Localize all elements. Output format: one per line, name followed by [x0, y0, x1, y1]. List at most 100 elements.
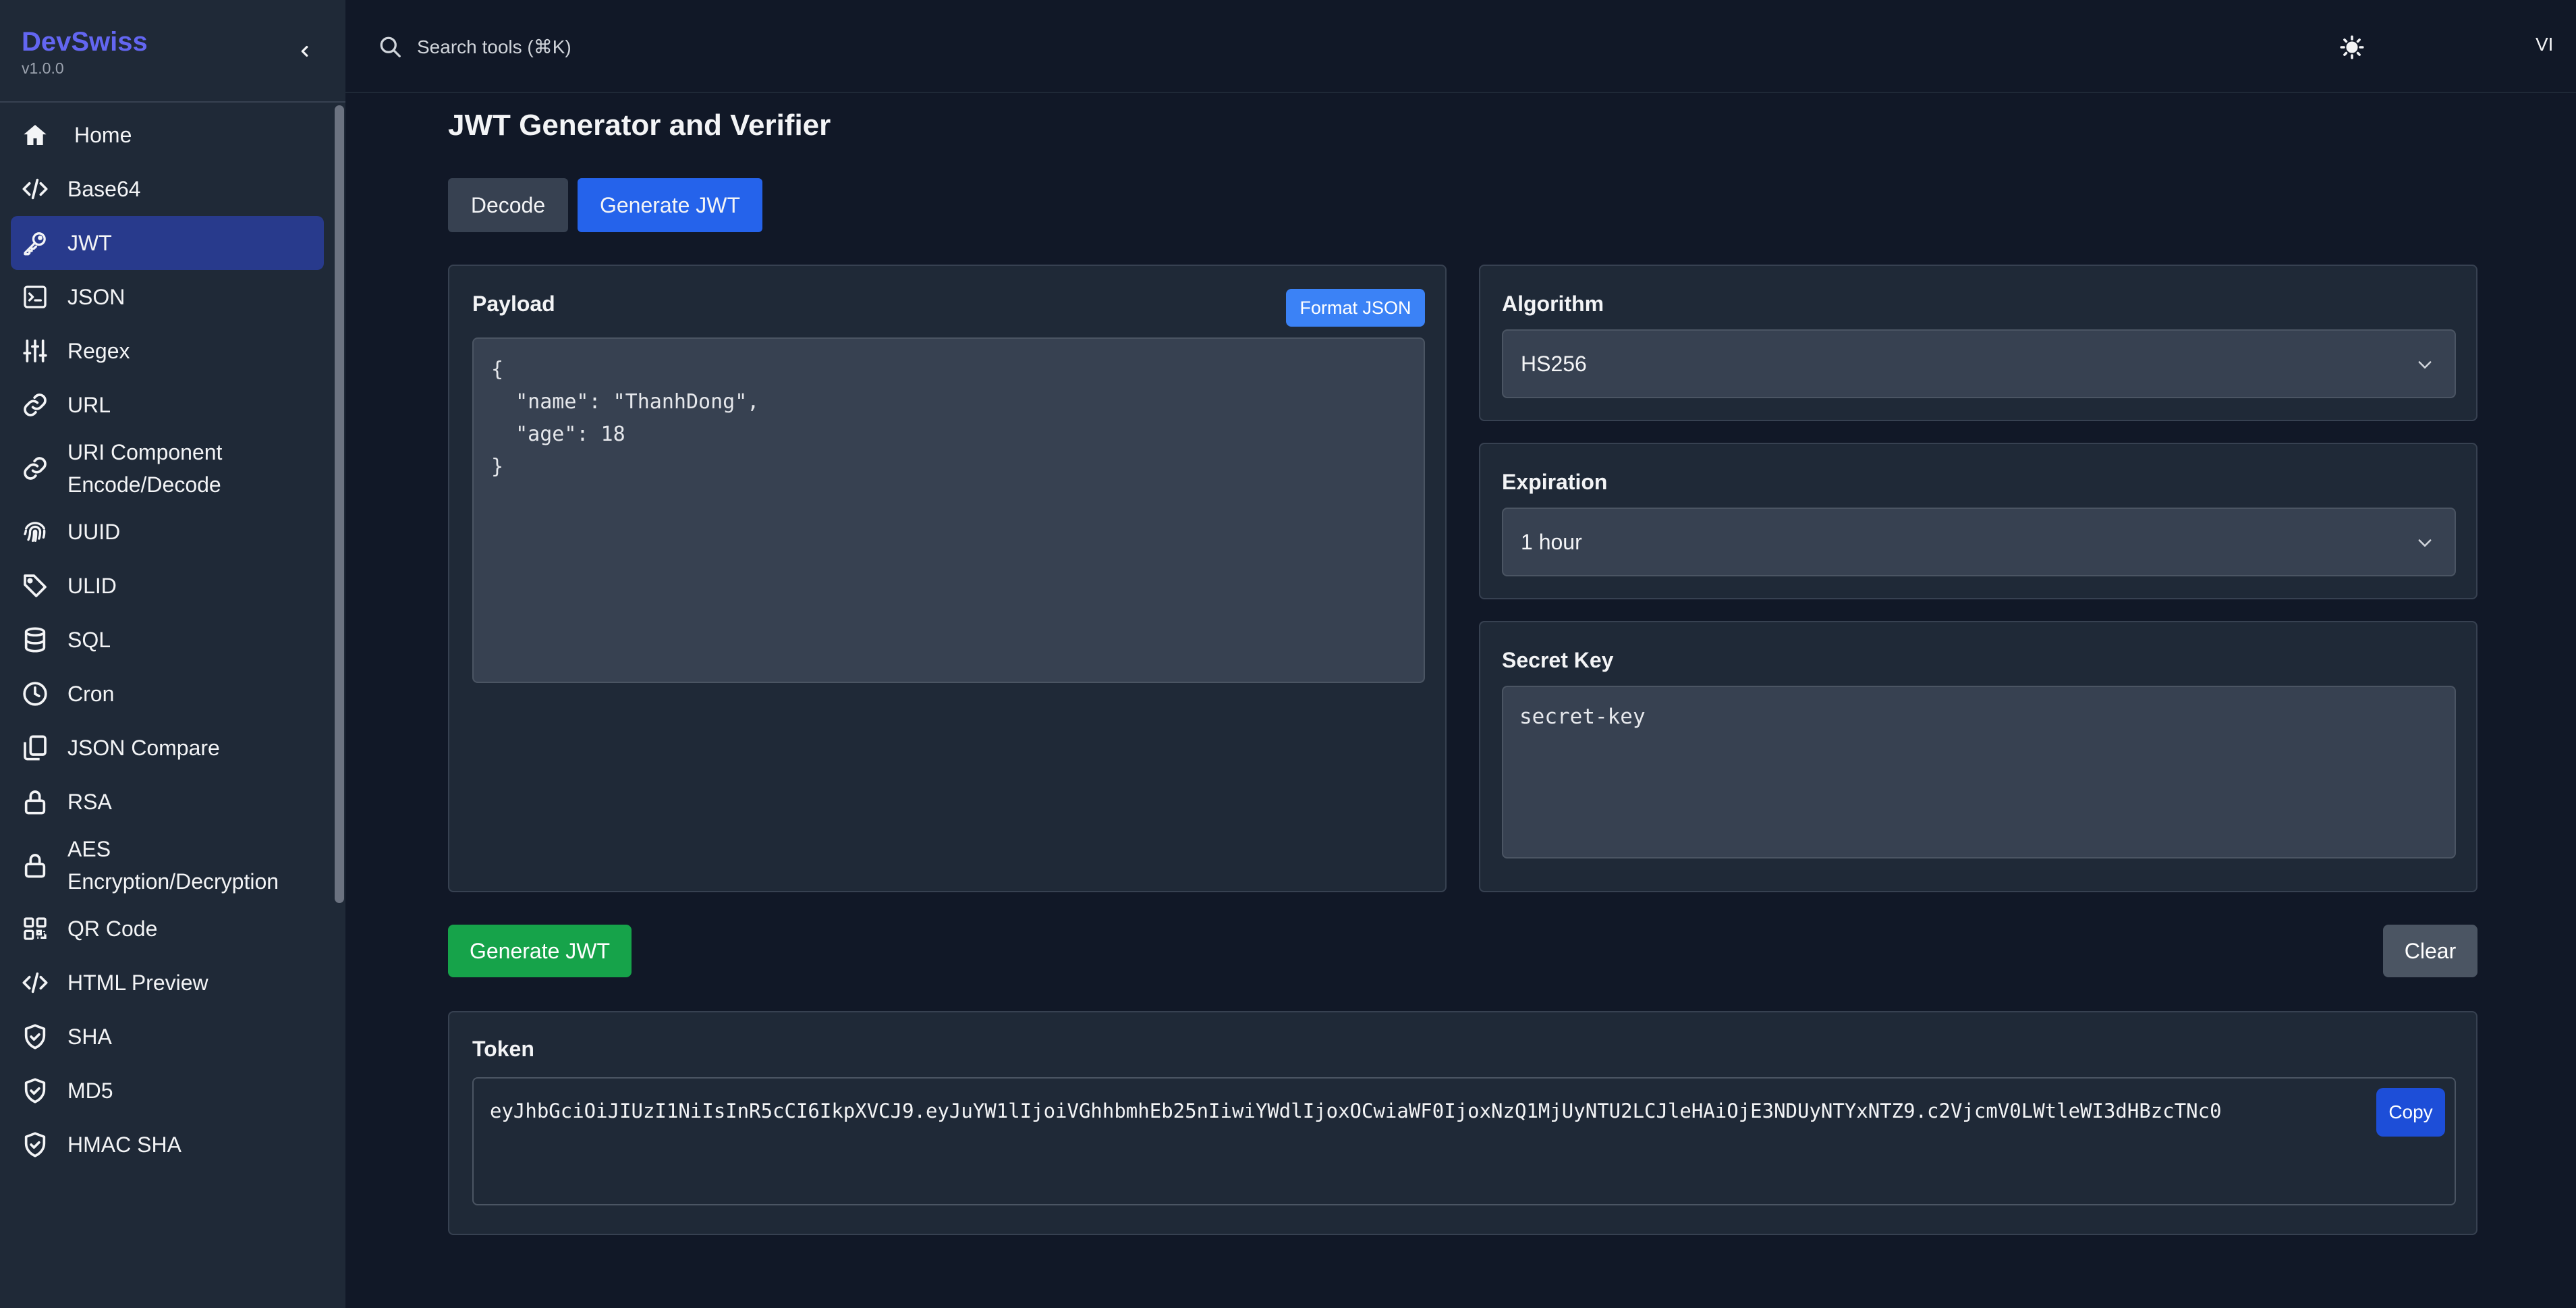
- collapse-sidebar-button[interactable]: [291, 38, 318, 65]
- qr-code-icon: [22, 915, 49, 942]
- sidebar-scrollbar-thumb[interactable]: [335, 105, 344, 903]
- chevron-left-icon: [301, 45, 308, 57]
- link-icon: [22, 455, 49, 482]
- sidebar-item-rsa[interactable]: RSA: [11, 775, 324, 829]
- sidebar-item-label: HTML Preview: [67, 971, 208, 995]
- app-version: v1.0.0: [22, 59, 64, 77]
- secret-key-label: Secret Key: [1502, 648, 1614, 672]
- sidebar-item-label: Home: [74, 123, 132, 147]
- payload-card: Payload Format JSON { "name": "ThanhDong…: [448, 265, 1447, 892]
- tab-decode[interactable]: Decode: [448, 178, 568, 232]
- app-name: DevSwiss: [22, 27, 148, 57]
- search-icon: [380, 36, 401, 57]
- lock-icon: [22, 852, 49, 879]
- terminal-icon: [22, 283, 49, 310]
- search-input[interactable]: Search tools (⌘K): [378, 31, 571, 62]
- token-value: eyJhbGciOiJIUzI1NiIsInR5cCI6IkpXVCJ9.eyJ…: [490, 1099, 2222, 1122]
- sidebar-item-md5[interactable]: MD5: [11, 1064, 324, 1118]
- sun-icon: [2340, 35, 2364, 59]
- sidebar-item-label: URL: [67, 393, 111, 417]
- sidebar-item-label: HMAC SHA: [67, 1133, 181, 1157]
- sidebar-item-label: JWT: [67, 231, 112, 255]
- sidebar-item-html-preview[interactable]: HTML Preview: [11, 956, 324, 1010]
- sidebar-item-aes[interactable]: AES Encryption/Decryption: [11, 829, 324, 902]
- sliders-icon: [22, 337, 49, 364]
- copy-token-button[interactable]: Copy: [2376, 1088, 2445, 1137]
- sidebar-item-jwt[interactable]: JWT: [11, 216, 324, 270]
- code-icon: [22, 175, 49, 202]
- chevron-down-icon: [2418, 539, 2432, 547]
- home-icon: [22, 121, 49, 148]
- algorithm-label: Algorithm: [1502, 292, 1604, 316]
- brand: DevSwiss v1.0.0: [22, 26, 148, 78]
- sidebar-item-sql[interactable]: SQL: [11, 613, 324, 667]
- copy-icon: [22, 734, 49, 761]
- chevron-down-icon: [2418, 361, 2432, 369]
- format-json-button[interactable]: Format JSON: [1286, 289, 1425, 327]
- sidebar-item-sha[interactable]: SHA: [11, 1010, 324, 1064]
- expiration-select[interactable]: 1 hour: [1502, 508, 2456, 576]
- sidebar-item-label: AES Encryption/Decryption: [67, 837, 279, 894]
- sidebar-item-home[interactable]: Home: [11, 108, 324, 162]
- clock-icon: [22, 680, 49, 707]
- shield-check-icon: [22, 1077, 49, 1104]
- sidebar: DevSwiss v1.0.0 Home Base64 JWT JSON Reg…: [0, 0, 345, 1308]
- shield-check-icon: [22, 1131, 49, 1158]
- sidebar-item-label: UUID: [67, 520, 121, 544]
- clear-button[interactable]: Clear: [2383, 925, 2477, 977]
- sidebar-item-regex[interactable]: Regex: [11, 324, 324, 378]
- payload-editor[interactable]: { "name": "ThanhDong", "age": 18 }: [472, 337, 1425, 683]
- search-placeholder: Search tools (⌘K): [417, 36, 571, 57]
- sidebar-item-label: Cron: [67, 682, 115, 706]
- token-card: Token eyJhbGciOiJIUzI1NiIsInR5cCI6IkpXVC…: [448, 1011, 2477, 1235]
- sidebar-item-label: MD5: [67, 1079, 113, 1103]
- sidebar-item-qr-code[interactable]: QR Code: [11, 902, 324, 956]
- sidebar-item-label: RSA: [67, 790, 112, 814]
- sidebar-item-uuid[interactable]: UUID: [11, 505, 324, 559]
- tag-icon: [22, 572, 49, 599]
- sidebar-item-base64[interactable]: Base64: [11, 162, 324, 216]
- algorithm-select[interactable]: HS256: [1502, 329, 2456, 398]
- sidebar-divider: [0, 101, 345, 103]
- sidebar-item-hmac-sha[interactable]: HMAC SHA: [11, 1118, 324, 1172]
- page-title: JWT Generator and Verifier: [448, 109, 831, 142]
- sidebar-item-label: JSON: [67, 285, 125, 309]
- lock-icon: [22, 788, 49, 815]
- sidebar-nav: Home Base64 JWT JSON Regex URL URI Compo…: [11, 108, 324, 1172]
- sidebar-item-label: QR Code: [67, 917, 158, 941]
- database-icon: [22, 626, 49, 653]
- language-button[interactable]: VI: [2536, 34, 2553, 55]
- sidebar-item-label: JSON Compare: [67, 736, 220, 760]
- tab-generate-jwt[interactable]: Generate JWT: [578, 178, 762, 232]
- theme-toggle-button[interactable]: [2337, 32, 2367, 62]
- key-icon: [22, 229, 49, 256]
- topbar: Search tools (⌘K) VI: [345, 0, 2576, 93]
- algorithm-card: Algorithm HS256: [1479, 265, 2477, 421]
- fingerprint-icon: [22, 518, 49, 545]
- code-icon: [22, 969, 49, 996]
- generate-jwt-button[interactable]: Generate JWT: [448, 925, 632, 977]
- expiration-card: Expiration 1 hour: [1479, 443, 2477, 599]
- sidebar-item-uri-component[interactable]: URI Component Encode/Decode: [11, 432, 324, 505]
- shield-check-icon: [22, 1023, 49, 1050]
- algorithm-value: HS256: [1521, 351, 1587, 376]
- sidebar-item-ulid[interactable]: ULID: [11, 559, 324, 613]
- secret-key-card: Secret Key secret-key: [1479, 621, 2477, 892]
- secret-key-input[interactable]: secret-key: [1502, 686, 2456, 859]
- sidebar-item-label: SQL: [67, 628, 111, 652]
- sidebar-item-label: URI Component Encode/Decode: [67, 440, 223, 497]
- sidebar-item-cron[interactable]: Cron: [11, 667, 324, 721]
- sidebar-item-label: ULID: [67, 574, 117, 598]
- payload-label: Payload: [472, 292, 555, 316]
- sidebar-item-json[interactable]: JSON: [11, 270, 324, 324]
- sidebar-item-label: SHA: [67, 1025, 112, 1049]
- token-output[interactable]: eyJhbGciOiJIUzI1NiIsInR5cCI6IkpXVCJ9.eyJ…: [472, 1077, 2456, 1205]
- sidebar-item-label: Base64: [67, 177, 141, 201]
- expiration-label: Expiration: [1502, 470, 1608, 494]
- expiration-value: 1 hour: [1521, 529, 1582, 554]
- token-label: Token: [472, 1037, 534, 1061]
- sidebar-item-label: Regex: [67, 339, 130, 363]
- sidebar-item-url[interactable]: URL: [11, 378, 324, 432]
- link-icon: [22, 391, 49, 418]
- sidebar-item-json-compare[interactable]: JSON Compare: [11, 721, 324, 775]
